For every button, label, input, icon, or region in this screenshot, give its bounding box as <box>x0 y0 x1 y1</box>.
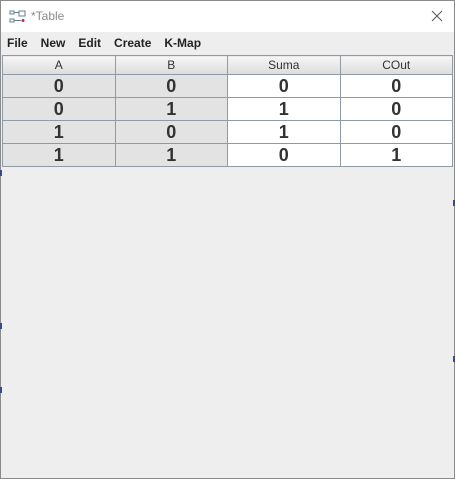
table-cell-cout[interactable]: 1 <box>339 143 453 167</box>
table-cell-b[interactable]: 0 <box>114 120 228 144</box>
window-title: *Table <box>31 9 65 23</box>
menu-create[interactable]: Create <box>108 32 158 54</box>
window-edge-marker <box>0 323 2 329</box>
menu-bar: File New Edit Create K-Map <box>1 32 454 54</box>
column-header-a[interactable]: A <box>2 55 116 75</box>
column-header-suma[interactable]: Suma <box>227 55 341 75</box>
table-cell-a[interactable]: 1 <box>2 120 116 144</box>
table-cell-suma[interactable]: 0 <box>227 143 341 167</box>
close-button[interactable] <box>420 1 454 32</box>
table-row: 1 0 1 0 <box>2 120 453 144</box>
table-cell-cout[interactable]: 0 <box>339 120 453 144</box>
table-cell-cout[interactable]: 0 <box>339 74 453 98</box>
table-cell-suma[interactable]: 1 <box>227 120 341 144</box>
close-icon <box>431 7 443 26</box>
truth-table: A B Suma COut 0 0 0 0 0 1 1 0 1 0 1 0 1 … <box>2 55 453 167</box>
table-row: 0 1 1 0 <box>2 97 453 121</box>
table-cell-a[interactable]: 0 <box>2 97 116 121</box>
menu-new[interactable]: New <box>35 32 73 54</box>
logic-circuit-icon <box>9 9 27 23</box>
table-row: 0 0 0 0 <box>2 74 453 98</box>
empty-table-area <box>2 171 453 477</box>
window-edge-marker <box>0 387 2 393</box>
menu-file[interactable]: File <box>1 32 35 54</box>
column-header-cout[interactable]: COut <box>339 55 453 75</box>
table-cell-suma[interactable]: 1 <box>227 97 341 121</box>
table-header-row: A B Suma COut <box>2 55 453 75</box>
table-cell-a[interactable]: 0 <box>2 74 116 98</box>
window-edge-marker <box>0 170 2 176</box>
table-cell-b[interactable]: 1 <box>114 143 228 167</box>
truth-table-window: *Table File New Edit Create K-Map A B Su… <box>0 0 455 479</box>
title-bar: *Table <box>1 1 454 32</box>
table-row: 1 1 0 1 <box>2 143 453 167</box>
table-cell-b[interactable]: 0 <box>114 74 228 98</box>
table-cell-a[interactable]: 1 <box>2 143 116 167</box>
table-cell-suma[interactable]: 0 <box>227 74 341 98</box>
table-cell-cout[interactable]: 0 <box>339 97 453 121</box>
menu-edit[interactable]: Edit <box>72 32 108 54</box>
column-header-b[interactable]: B <box>114 55 228 75</box>
table-cell-b[interactable]: 1 <box>114 97 228 121</box>
menu-k-map[interactable]: K-Map <box>158 32 208 54</box>
